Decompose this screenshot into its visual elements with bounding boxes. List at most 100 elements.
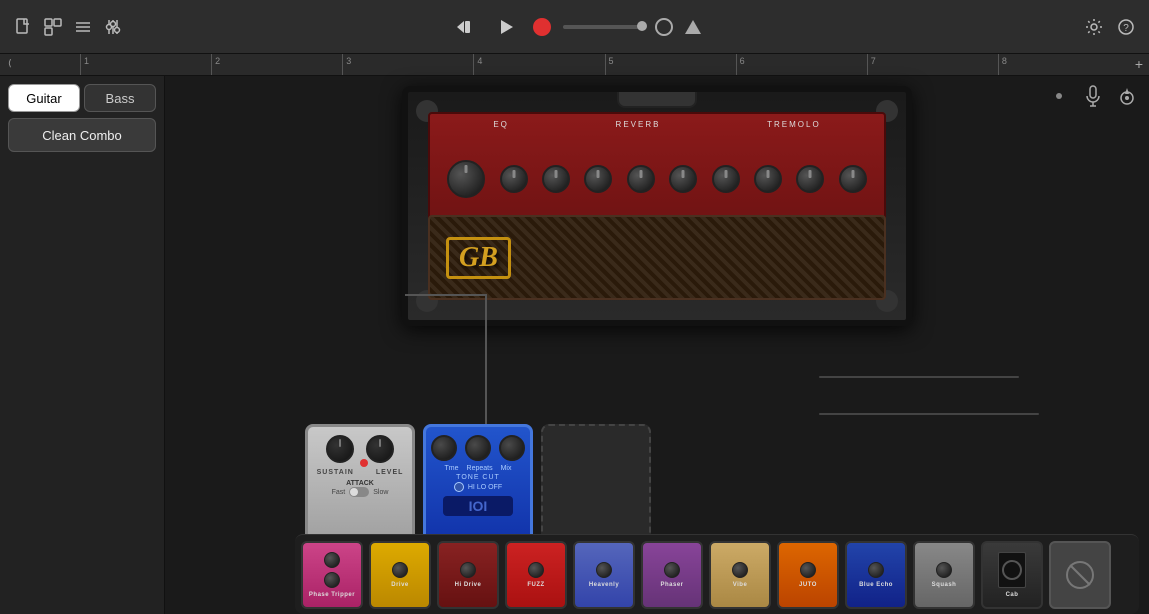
microphone-icon[interactable] bbox=[1081, 84, 1105, 108]
cab-speaker bbox=[1002, 560, 1022, 580]
strip-pedal-phase-tripper[interactable]: Phase Tripper bbox=[301, 541, 363, 609]
mix-label: Mix bbox=[501, 465, 512, 472]
time-label: Tme bbox=[445, 465, 459, 472]
mix-knob[interactable] bbox=[499, 435, 525, 461]
repeats-knob[interactable] bbox=[465, 435, 491, 461]
pedal-strip: Phase Tripper Drive Hi Drive FUZZ bbox=[295, 534, 1139, 614]
attack-toggle[interactable] bbox=[349, 487, 369, 497]
instrument-tabs: Guitar Bass bbox=[8, 84, 156, 112]
reverb-label: REVERB bbox=[616, 120, 661, 129]
screens-icon[interactable] bbox=[42, 16, 64, 38]
tab-guitar[interactable]: Guitar bbox=[8, 84, 80, 112]
list-icon[interactable] bbox=[72, 16, 94, 38]
metronome-icon[interactable] bbox=[685, 20, 701, 34]
strip-label-6: Phaser bbox=[660, 582, 683, 588]
strip-knob-9 bbox=[800, 562, 816, 578]
left-sidebar: Guitar Bass Clean Combo bbox=[0, 76, 165, 614]
delay-brand: IOI bbox=[469, 498, 488, 514]
amp-knob-speed[interactable] bbox=[712, 165, 740, 193]
tab-bass[interactable]: Bass bbox=[84, 84, 156, 112]
level-label-comp: LEVEL bbox=[376, 469, 404, 476]
compressor-knob-labels: SUSTAIN LEVEL bbox=[317, 469, 404, 476]
amp-knob-presence[interactable] bbox=[754, 165, 782, 193]
amp-knob-level[interactable] bbox=[627, 165, 655, 193]
mixer-icon[interactable] bbox=[102, 16, 124, 38]
time-knob[interactable] bbox=[431, 435, 457, 461]
attack-label: ATTACK bbox=[346, 480, 374, 487]
strip-label-8: JUTO bbox=[799, 582, 817, 588]
preset-clean-combo[interactable]: Clean Combo bbox=[8, 118, 156, 152]
record-button[interactable] bbox=[533, 18, 551, 36]
toolbar-right: ? bbox=[1083, 16, 1137, 38]
pedal-delay[interactable]: Tme Repeats Mix TONE CUT HI LO OFF IOI bbox=[423, 424, 533, 544]
amp-bottom-panel: GB bbox=[428, 215, 886, 300]
compressor-knobs bbox=[326, 435, 394, 463]
eq-label: EQ bbox=[493, 120, 509, 129]
amp-knob-mids[interactable] bbox=[542, 165, 570, 193]
tuner-icon[interactable] bbox=[1115, 84, 1139, 108]
strip-label-5: Heavenly bbox=[589, 582, 619, 588]
amp-knob-depth[interactable] bbox=[669, 165, 697, 193]
ruler: ⟨ 1 2 3 4 5 6 7 8 + bbox=[0, 54, 1149, 76]
strip-label-1: Phase Tripper bbox=[309, 592, 355, 598]
strip-knob-1 bbox=[324, 552, 340, 568]
ruler-beat-1: 1 bbox=[80, 54, 211, 75]
pedal-compressor[interactable]: SUSTAIN LEVEL ATTACK Fast Slow bbox=[305, 424, 415, 544]
ruler-ticks: 1 2 3 4 5 6 7 8 bbox=[80, 54, 1129, 75]
position-slider[interactable] bbox=[563, 25, 643, 29]
strip-pedal-blue-echo[interactable]: Blue Echo bbox=[845, 541, 907, 609]
strip-pedal-juto[interactable]: JUTO bbox=[777, 541, 839, 609]
strip-knob-5 bbox=[528, 562, 544, 578]
hint-line-1 bbox=[819, 376, 1019, 378]
svg-text:?: ? bbox=[1123, 23, 1129, 34]
cab-visual bbox=[998, 552, 1026, 588]
amp-knob-treble[interactable] bbox=[584, 165, 612, 193]
play-button[interactable] bbox=[491, 12, 521, 42]
hi-lo-row: HI LO OFF bbox=[454, 482, 502, 492]
ruler-beat-3: 3 bbox=[342, 54, 473, 75]
repeats-label: Repeats bbox=[467, 465, 493, 472]
help-icon[interactable]: ? bbox=[1115, 16, 1137, 38]
strip-label-2: Drive bbox=[391, 582, 409, 588]
hi-lo-indicator bbox=[454, 482, 464, 492]
loop-icon[interactable] bbox=[655, 18, 673, 36]
strip-pedal-hi-drive[interactable]: Hi Drive bbox=[437, 541, 499, 609]
tremolo-label: TREMOLO bbox=[767, 120, 821, 129]
strip-pedal-fuzz[interactable]: FUZZ bbox=[505, 541, 567, 609]
strip-knob-11 bbox=[936, 562, 952, 578]
hi-lo-label: HI LO OFF bbox=[468, 484, 502, 491]
add-track-button[interactable]: + bbox=[1135, 56, 1143, 72]
amp-handle bbox=[617, 90, 697, 108]
strip-label-7: Vibe bbox=[733, 582, 748, 588]
amp-knob-gain[interactable] bbox=[447, 160, 485, 198]
ruler-beat-5: 5 bbox=[605, 54, 736, 75]
strip-pedal-heavenly[interactable]: Heavenly bbox=[573, 541, 635, 609]
strip-label-4: FUZZ bbox=[527, 582, 544, 588]
ruler-beat-8: 8 bbox=[998, 54, 1129, 75]
ruler-beat-2: 2 bbox=[211, 54, 342, 75]
amp-knob-output[interactable] bbox=[839, 165, 867, 193]
amp-display: EQ REVERB TREMOLO bbox=[402, 86, 912, 326]
settings-icon[interactable] bbox=[1083, 16, 1105, 38]
strip-knob-3 bbox=[392, 562, 408, 578]
attack-row: Fast Slow bbox=[332, 487, 389, 497]
strip-pedal-squash[interactable]: Squash bbox=[913, 541, 975, 609]
content-area: EQ REVERB TREMOLO bbox=[165, 76, 1149, 614]
level-knob[interactable] bbox=[366, 435, 394, 463]
strip-label-9: Blue Echo bbox=[859, 582, 893, 588]
new-file-icon[interactable] bbox=[12, 16, 34, 38]
strip-pedal-drive[interactable]: Drive bbox=[369, 541, 431, 609]
pedal-slot-empty-1[interactable] bbox=[541, 424, 651, 544]
delay-knobs bbox=[431, 435, 525, 461]
strip-knob-8 bbox=[732, 562, 748, 578]
strip-pedal-vibe[interactable]: Vibe bbox=[709, 541, 771, 609]
sustain-knob[interactable] bbox=[326, 435, 354, 463]
strip-pedal-null[interactable] bbox=[1049, 541, 1111, 609]
delay-knob-labels: Tme Repeats Mix bbox=[445, 465, 512, 472]
strip-pedal-cab[interactable]: Cab bbox=[981, 541, 1043, 609]
amp-knob-bass[interactable] bbox=[500, 165, 528, 193]
rewind-button[interactable] bbox=[449, 12, 479, 42]
amp-knob-master[interactable] bbox=[796, 165, 824, 193]
cable-horizontal bbox=[405, 294, 487, 296]
strip-pedal-phaser[interactable]: Phaser bbox=[641, 541, 703, 609]
